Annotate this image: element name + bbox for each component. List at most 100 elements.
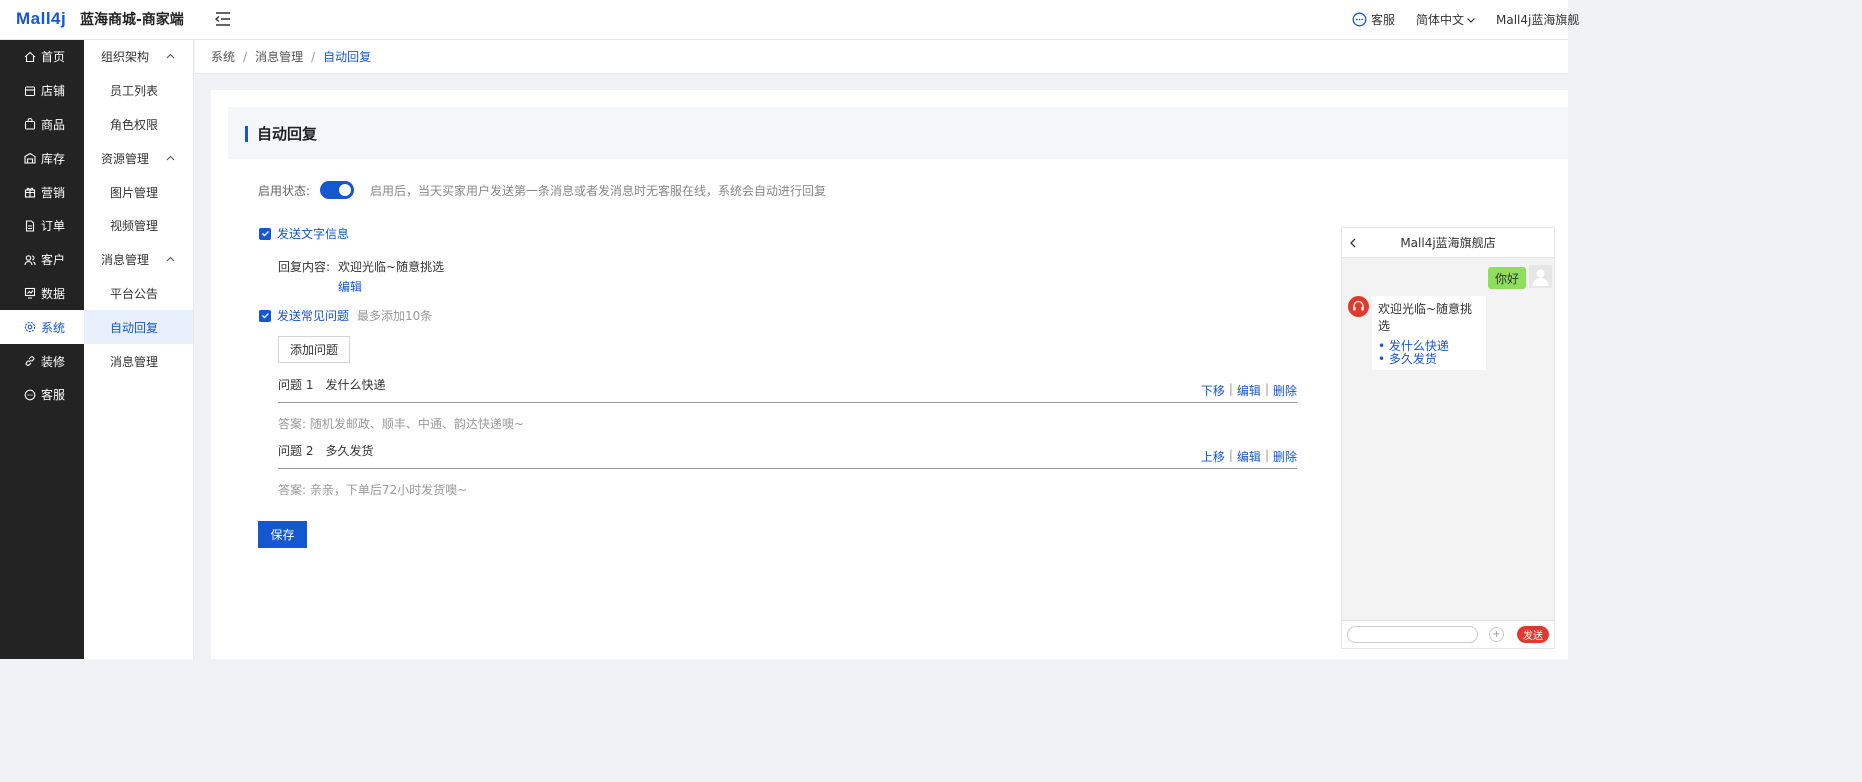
warehouse-icon xyxy=(24,153,36,164)
nav-marketing[interactable]: 营销 xyxy=(0,175,84,209)
nav-label: 装修 xyxy=(41,354,66,369)
edit-reply-link[interactable]: 编辑 xyxy=(338,278,444,295)
op-separator: | xyxy=(1228,382,1233,396)
edit-question-link[interactable]: 编辑 xyxy=(1237,382,1261,399)
op-separator: | xyxy=(1264,448,1269,462)
plus-icon[interactable]: + xyxy=(1489,627,1504,642)
nav-label: 客户 xyxy=(41,253,66,268)
logo[interactable]: Mall4j xyxy=(16,9,66,29)
user-menu[interactable]: Mall4j蓝海旗舰 xyxy=(1496,11,1579,28)
language-select[interactable]: 简体中文 xyxy=(1416,11,1476,28)
user-message-bubble: 你好 xyxy=(1488,267,1527,289)
user-avatar-icon xyxy=(1532,269,1549,286)
send-faq-checkbox[interactable]: 发送常见问题 最多添加10条 xyxy=(259,307,432,324)
gear-icon xyxy=(24,322,36,333)
question-index: 问题 1 xyxy=(278,378,314,392)
nav-label: 客服 xyxy=(41,388,66,403)
send-text-checkbox[interactable]: 发送文字信息 xyxy=(259,225,349,242)
shop-avatar xyxy=(1348,296,1369,317)
primary-sidebar: 首页 店铺 商品 库存 营销 订单 客户 数据 系统 装修 客服 xyxy=(0,40,84,659)
main-card: 自动回复 启用状态: 启用后，当天买家用户发送第一条消息或者发消息时无客服在线，… xyxy=(211,90,1568,659)
nav-label: 库存 xyxy=(41,151,66,166)
chevron-up-icon xyxy=(166,54,175,59)
link-icon xyxy=(25,356,35,366)
preview-message-input[interactable] xyxy=(1347,626,1478,643)
question-item: 问题 1 发什么快递 下移 | 编辑 | 删除 答案: 随机发邮政、顺丰、中通、… xyxy=(278,376,1297,432)
breadcrumb-item[interactable]: 消息管理 xyxy=(255,48,303,65)
secondary-sidebar: 组织架构 员工列表 角色权限 资源管理 图片管理 视频管理 消息管理 平台公告 … xyxy=(84,40,194,659)
bag-icon xyxy=(24,118,36,131)
question-text: 发什么快递 xyxy=(325,378,386,392)
nav-shop[interactable]: 店铺 xyxy=(0,74,84,108)
faq-limit-hint: 最多添加10条 xyxy=(357,309,433,323)
customer-service-label: 客服 xyxy=(1371,13,1396,27)
delete-question-link[interactable]: 删除 xyxy=(1273,382,1297,399)
nav-decoration[interactable]: 装修 xyxy=(0,344,84,378)
nav-group-messages[interactable]: 消息管理 xyxy=(84,243,193,277)
move-down-link[interactable]: 下移 xyxy=(1201,382,1225,399)
reply-label: 回复内容: xyxy=(278,260,331,274)
language-label: 简体中文 xyxy=(1416,13,1465,27)
headset-icon xyxy=(1353,300,1364,311)
preview-header: Mall4j蓝海旗舰店 xyxy=(1342,228,1554,258)
shop-icon xyxy=(24,86,36,96)
nav-item-role-permissions[interactable]: 角色权限 xyxy=(84,108,193,142)
nav-item-video-management[interactable]: 视频管理 xyxy=(84,209,193,243)
delete-question-link[interactable]: 删除 xyxy=(1273,448,1297,465)
users-icon xyxy=(24,254,36,265)
checkbox-checked-icon xyxy=(259,227,271,240)
add-question-button[interactable]: 添加问题 xyxy=(278,336,350,363)
preview-input-bar: + 发送 xyxy=(1342,620,1554,648)
enable-toggle[interactable] xyxy=(320,181,355,199)
nav-label: 店铺 xyxy=(41,84,66,99)
nav-group-resources[interactable]: 资源管理 xyxy=(84,141,193,175)
question-answer: 答案: 随机发邮政、顺丰、中通、韵达快递噢~ xyxy=(278,417,524,431)
nav-item-platform-notice[interactable]: 平台公告 xyxy=(84,277,193,311)
back-arrow-icon[interactable] xyxy=(1347,237,1359,249)
save-button[interactable]: 保存 xyxy=(258,521,307,548)
nav-group-label: 资源管理 xyxy=(101,151,150,166)
reply-value: 欢迎光临~随意挑选 xyxy=(338,260,445,274)
status-row: 启用状态: 启用后，当天买家用户发送第一条消息或者发消息时无客服在线，系统会自动… xyxy=(258,181,826,199)
gift-icon xyxy=(24,187,36,198)
top-header: Mall4j 蓝海商城-商家端 客服 简体中文 Mall4j蓝海旗舰 xyxy=(0,0,1579,40)
send-button[interactable]: 发送 xyxy=(1517,626,1549,643)
nav-item-auto-reply[interactable]: 自动回复 xyxy=(84,310,193,345)
header-customer-service[interactable]: 客服 xyxy=(1352,11,1395,28)
status-label: 启用状态: xyxy=(258,183,311,198)
breadcrumb-item[interactable]: 系统 xyxy=(211,48,235,65)
app-title: 蓝海商城-商家端 xyxy=(80,12,184,28)
chevron-up-icon xyxy=(166,155,175,161)
quick-question-link[interactable]: • 多久发货 xyxy=(1378,353,1480,366)
nav-item-message-management[interactable]: 消息管理 xyxy=(84,344,193,378)
nav-goods[interactable]: 商品 xyxy=(0,108,84,142)
nav-item-image-management[interactable]: 图片管理 xyxy=(84,175,193,209)
nav-home[interactable]: 首页 xyxy=(0,40,84,74)
menu-collapse-icon[interactable] xyxy=(214,10,232,28)
nav-group-label: 组织架构 xyxy=(101,50,150,65)
nav-orders[interactable]: 订单 xyxy=(0,209,84,243)
nav-service[interactable]: 客服 xyxy=(0,378,84,412)
nav-customers[interactable]: 客户 xyxy=(0,243,84,277)
edit-question-link[interactable]: 编辑 xyxy=(1237,448,1261,465)
page-title: 自动回复 xyxy=(257,125,318,143)
nav-item-staff-list[interactable]: 员工列表 xyxy=(84,74,193,108)
chat-bubble-icon xyxy=(1352,12,1367,27)
nav-data[interactable]: 数据 xyxy=(0,277,84,311)
question-text: 多久发货 xyxy=(325,444,374,458)
nav-group-organization[interactable]: 组织架构 xyxy=(84,40,193,74)
nav-label: 系统 xyxy=(41,320,66,335)
breadcrumb-current: 自动回复 xyxy=(323,50,372,64)
chat-icon xyxy=(24,389,36,401)
nav-system[interactable]: 系统 xyxy=(0,310,84,345)
checkbox-checked-icon xyxy=(259,309,271,322)
nav-group-label: 消息管理 xyxy=(101,253,150,268)
nav-inventory[interactable]: 库存 xyxy=(0,141,84,175)
section-accent-bar xyxy=(245,126,248,142)
shop-reply-text: 欢迎光临~随意挑选 xyxy=(1378,302,1473,333)
send-text-label: 发送文字信息 xyxy=(277,227,350,241)
move-up-link[interactable]: 上移 xyxy=(1201,448,1225,465)
question-answer: 答案: 亲亲，下单后72小时发货噢~ xyxy=(278,483,468,497)
chart-icon xyxy=(24,288,36,300)
op-separator: | xyxy=(1228,448,1233,462)
